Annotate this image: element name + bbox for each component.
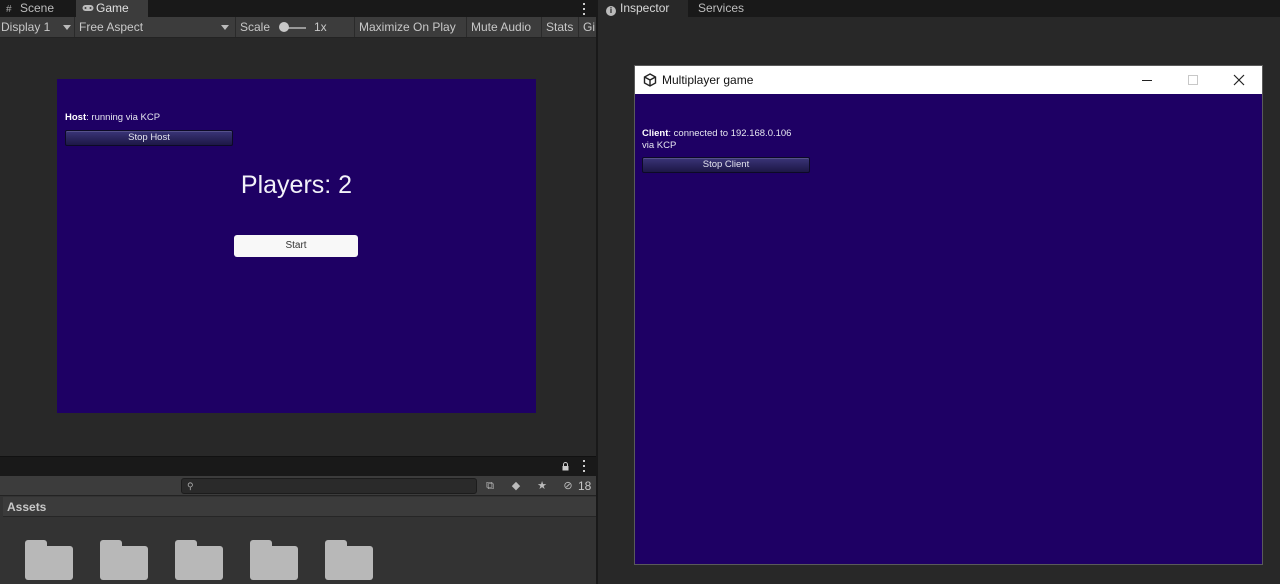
game-screen[interactable]: Host: running via KCP Stop Host Players:… xyxy=(57,79,536,413)
aspect-dropdown-label: Free Aspect xyxy=(79,20,144,34)
players-count: Players: 2 xyxy=(240,171,353,199)
host-status-text: : running via KCP xyxy=(86,112,161,123)
hidden-packages-icon[interactable]: ⊘ xyxy=(561,479,575,493)
filter-by-type-icon[interactable]: ⧉ xyxy=(483,479,497,493)
info-icon: i xyxy=(606,6,616,16)
stop-host-button[interactable]: Stop Host xyxy=(65,130,233,146)
client-status: Client: connected to 192.168.0.106 via K… xyxy=(642,128,791,152)
aspect-dropdown[interactable]: Free Aspect xyxy=(74,17,234,37)
display-dropdown-label: Display 1 xyxy=(1,20,51,34)
search-icon: ⚲ xyxy=(187,481,194,491)
unity-logo-icon xyxy=(643,73,657,87)
maximize-button[interactable] xyxy=(1170,66,1216,94)
close-icon xyxy=(1233,74,1245,86)
grid-icon: # xyxy=(6,4,12,15)
tab-services[interactable]: Services xyxy=(698,0,744,17)
stop-client-button[interactable]: Stop Client xyxy=(642,157,810,173)
tab-inspector[interactable]: i Inspector xyxy=(598,0,688,17)
client-status-line1: : connected to 192.168.0.106 xyxy=(668,128,792,139)
game-viewport: Host: running via KCP Stop Host Players:… xyxy=(0,38,596,456)
inspector-tab-bar: i Inspector Services xyxy=(598,0,1280,17)
tag-icon[interactable]: ◆ xyxy=(509,479,523,493)
window-title-bar[interactable]: Multiplayer game xyxy=(635,66,1262,94)
assets-header: Assets xyxy=(3,497,596,517)
project-toolbar: ⚲ ⧉ ◆ ★ ⊘ 18 xyxy=(0,476,596,496)
scale-value: 1x xyxy=(314,20,327,34)
host-status: Host: running via KCP xyxy=(65,112,160,123)
more-options-icon[interactable] xyxy=(582,457,586,474)
tab-scene-label: Scene xyxy=(20,1,55,15)
star-icon[interactable]: ★ xyxy=(535,479,549,493)
chevron-down-icon xyxy=(221,25,229,30)
tab-game[interactable]: Game xyxy=(76,0,148,17)
editor-game-panel: # Scene Game Display 1 Free Aspect Scale … xyxy=(0,0,596,584)
folder-icon[interactable] xyxy=(25,540,73,580)
lock-icon[interactable] xyxy=(562,462,569,471)
client-label: Client xyxy=(642,128,669,139)
more-options-icon[interactable] xyxy=(582,0,586,17)
maximize-icon xyxy=(1188,75,1198,85)
display-dropdown[interactable]: Display 1 xyxy=(1,17,50,37)
multiplayer-game-window: Multiplayer game Client: connected to 19… xyxy=(634,65,1263,565)
folder-icon[interactable] xyxy=(100,540,148,580)
tab-game-label: Game xyxy=(96,1,129,15)
chevron-down-icon xyxy=(63,25,71,30)
tab-inspector-label: Inspector xyxy=(620,1,670,15)
mute-audio-toggle[interactable]: Mute Audio xyxy=(466,17,531,37)
game-toolbar: Display 1 Free Aspect Scale 1x Maximize … xyxy=(0,17,596,38)
scale-slider-handle[interactable] xyxy=(279,22,289,32)
folder-icon[interactable] xyxy=(325,540,373,580)
minimize-icon xyxy=(1142,80,1152,81)
client-game-screen[interactable]: Client: connected to 192.168.0.106 via K… xyxy=(635,94,1262,564)
window-title: Multiplayer game xyxy=(662,73,754,87)
hidden-count: 18 xyxy=(578,479,592,493)
tab-scene[interactable]: # Scene xyxy=(0,0,76,17)
scale-label: Scale xyxy=(235,17,270,37)
start-button[interactable]: Start xyxy=(234,235,358,257)
project-panel-header xyxy=(0,456,596,476)
gizmos-toggle[interactable]: Gi xyxy=(578,17,595,37)
close-button[interactable] xyxy=(1216,66,1262,94)
folder-icon[interactable] xyxy=(250,540,298,580)
stats-toggle[interactable]: Stats xyxy=(541,17,573,37)
project-search-input[interactable]: ⚲ xyxy=(181,478,477,494)
tab-services-label: Services xyxy=(698,1,745,15)
folder-icon[interactable] xyxy=(175,540,223,580)
maximize-on-play-toggle[interactable]: Maximize On Play xyxy=(354,17,456,37)
client-status-line2: via KCP xyxy=(642,140,677,151)
editor-tab-bar: # Scene Game xyxy=(0,0,596,17)
minimize-button[interactable] xyxy=(1124,66,1170,94)
gamepad-icon xyxy=(82,1,94,18)
host-label: Host xyxy=(65,112,87,123)
